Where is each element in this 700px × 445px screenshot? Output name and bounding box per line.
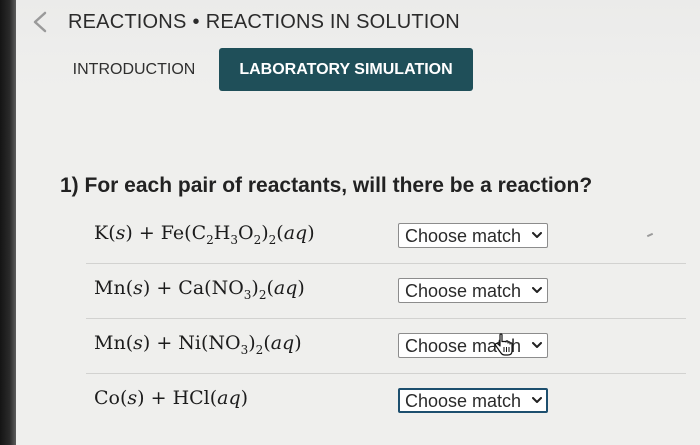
hand-cursor-icon: [494, 333, 513, 356]
device-bezel: [0, 0, 16, 445]
select-value: Choose match: [405, 226, 522, 246]
select-value: Choose match: [405, 281, 522, 301]
reaction-equation: Mn(s) + Ni(NO3)2(aq): [94, 332, 302, 357]
reaction-row: Co(s) + HCl(aq) Choose match: [86, 374, 686, 429]
reaction-row: Mn(s) + Ca(NO3)2(aq) Choose match: [86, 264, 686, 319]
match-select[interactable]: Choose match: [398, 223, 548, 248]
chevron-left-icon[interactable]: [30, 11, 52, 33]
tab-laboratory-simulation[interactable]: LABORATORY SIMULATION: [219, 48, 473, 91]
reaction-equation: Co(s) + HCl(aq): [94, 387, 249, 409]
reaction-row: K(s) + Fe(C2H3O2)2(aq) Choose match: [86, 209, 686, 264]
screen: REACTIONS • REACTIONS IN SOLUTION INTRODUC…: [16, 0, 700, 445]
question-title: 1) For each pair of reactants, will ther…: [60, 174, 593, 197]
reaction-row: Mn(s) + Ni(NO3)2(aq) Choose match: [86, 319, 686, 374]
match-select[interactable]: Choose match: [398, 388, 548, 413]
reaction-equation: Mn(s) + Ca(NO3)2(aq): [94, 277, 305, 302]
breadcrumb-page: REACTIONS IN SOLUTION: [205, 11, 460, 33]
header: REACTIONS • REACTIONS IN SOLUTION: [16, 0, 700, 44]
match-select[interactable]: Choose match: [398, 278, 548, 303]
breadcrumb: REACTIONS • REACTIONS IN SOLUTION: [68, 8, 460, 36]
breadcrumb-section[interactable]: REACTIONS: [68, 11, 186, 33]
chevron-down-icon: [532, 397, 542, 403]
match-select[interactable]: Choose match: [398, 333, 548, 358]
chevron-down-icon: [532, 287, 542, 293]
tab-bar: INTRODUCTION LABORATORY SIMULATION: [16, 48, 700, 92]
select-value: Choose match: [405, 391, 522, 411]
reaction-equation: K(s) + Fe(C2H3O2)2(aq): [94, 222, 315, 247]
chevron-down-icon: [532, 342, 542, 348]
tab-introduction[interactable]: INTRODUCTION: [54, 48, 214, 91]
chevron-down-icon: [532, 232, 542, 238]
breadcrumb-separator: •: [192, 11, 200, 33]
